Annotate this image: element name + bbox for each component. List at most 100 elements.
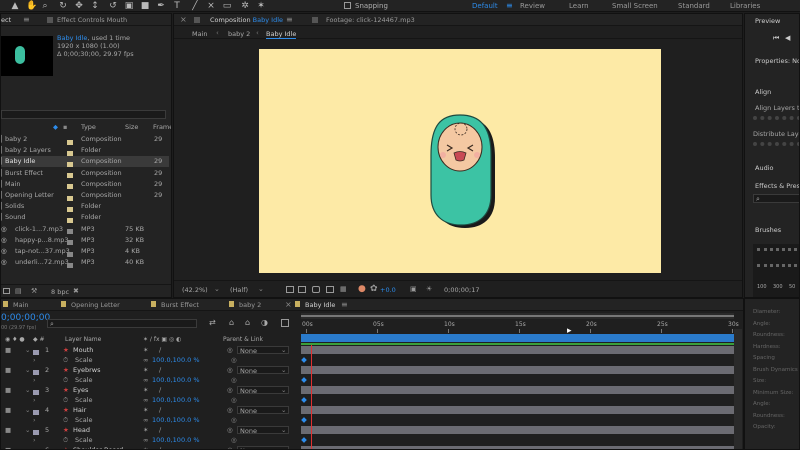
- expression-pickwhip-icon[interactable]: ◎: [231, 415, 237, 425]
- clone-stamp-tool-icon[interactable]: ⨯: [206, 1, 216, 11]
- layer-duration-bar[interactable]: [301, 346, 734, 354]
- expand-chevron-icon[interactable]: ›: [33, 415, 36, 425]
- brush-row[interactable]: [757, 264, 797, 268]
- project-tab[interactable]: ect: [1, 16, 11, 24]
- project-item[interactable]: ▏ Main Composition 29: [1, 179, 169, 190]
- close-tab-icon[interactable]: ×: [180, 15, 187, 24]
- timeline-tab-baby-idle[interactable]: Baby Idle: [305, 301, 335, 309]
- scale-property-row[interactable]: › ⏱ Scale ∞ 100.0,100.0 % ◎: [1, 435, 299, 445]
- link-icon[interactable]: ∞: [143, 435, 148, 445]
- label-column-icon[interactable]: ▪: [63, 123, 67, 131]
- scale-value[interactable]: 100.0,100.0 %: [152, 435, 200, 445]
- collapse-switch-icon[interactable]: ✶: [143, 365, 148, 375]
- expand-chevron-icon[interactable]: ›: [33, 375, 36, 385]
- frame-blending-icon[interactable]: ⌂: [245, 318, 250, 327]
- keyframe-marker[interactable]: [301, 417, 307, 423]
- new-folder-icon[interactable]: ▤: [15, 287, 22, 295]
- parent-chevron-icon[interactable]: ⌄: [281, 405, 286, 415]
- exposure-value[interactable]: +0.0: [380, 286, 396, 294]
- parent-chevron-icon[interactable]: ⌄: [281, 365, 286, 375]
- time-ruler[interactable]: 00s 05s 10s 15s 20s 25s 30s: [301, 321, 739, 333]
- layer-row[interactable]: ■ ⌄ 3 ★ Eyes ✶ ∕ ◎ None ⌄: [1, 385, 299, 395]
- camera-tool-icon[interactable]: ▣: [124, 1, 134, 11]
- project-item[interactable]: ▏ Baby Idle Composition 29: [1, 156, 169, 168]
- keyframe-marker[interactable]: [301, 397, 307, 403]
- brush-size-50[interactable]: 50: [789, 284, 795, 290]
- layer-duration-bar[interactable]: [301, 406, 734, 414]
- timeline-tab-menu-icon[interactable]: ≡: [341, 300, 348, 309]
- comp-duration-bar[interactable]: [301, 334, 734, 342]
- visibility-toggle[interactable]: ■: [5, 425, 11, 435]
- layer-row[interactable]: ■⌄6★Shoulder Board✶∕◎None⌄: [1, 445, 299, 449]
- hand-tool-icon[interactable]: ✋: [26, 1, 37, 11]
- first-frame-icon[interactable]: ⏮: [773, 34, 779, 43]
- distribute-buttons[interactable]: [753, 142, 799, 150]
- motion-blur-icon[interactable]: ◑: [261, 318, 268, 327]
- workspace-libraries[interactable]: Libraries: [730, 2, 760, 10]
- parent-pickwhip-icon[interactable]: ◎: [227, 345, 233, 355]
- scale-property-row[interactable]: › ⏱ Scale ∞ 100.0,100.0 % ◎: [1, 375, 299, 385]
- zoom-dropdown[interactable]: (42.2%): [182, 286, 208, 294]
- rotate-tool-icon[interactable]: ↺: [108, 1, 118, 11]
- parent-link-header[interactable]: Parent & Link: [223, 335, 263, 345]
- prev-frame-icon[interactable]: ◀: [785, 34, 790, 42]
- visibility-toggle[interactable]: ■: [5, 445, 11, 449]
- comp-lock-icon[interactable]: [194, 17, 200, 23]
- effect-controls-tab[interactable]: Effect Controls Mouth: [57, 16, 127, 24]
- scale-value[interactable]: 100.0,100.0 %: [152, 375, 200, 385]
- layer-row[interactable]: ■ ⌄ 2 ★ Eyebrws ✶ ∕ ◎ None ⌄: [1, 365, 299, 375]
- parent-pickwhip-icon[interactable]: ◎: [227, 405, 233, 415]
- composition-canvas[interactable]: [259, 49, 661, 273]
- layer-name[interactable]: Shoulder Board: [73, 445, 123, 449]
- type-column-header[interactable]: Type: [81, 123, 96, 131]
- expand-chevron-icon[interactable]: ⌄: [25, 385, 30, 395]
- visibility-toggle[interactable]: ■: [5, 385, 11, 395]
- workspace-learn[interactable]: Learn: [569, 2, 589, 10]
- comp-tab-menu-icon[interactable]: ≡: [286, 15, 293, 24]
- work-area-range[interactable]: [301, 315, 734, 317]
- stopwatch-icon[interactable]: ⏱: [63, 435, 68, 445]
- project-search-input[interactable]: [1, 110, 166, 119]
- expand-chevron-icon[interactable]: ⌄: [25, 345, 30, 355]
- bpc-label[interactable]: 8 bpc: [51, 288, 69, 296]
- visibility-toggle[interactable]: ■: [5, 365, 11, 375]
- visibility-toggle[interactable]: ■: [5, 345, 11, 355]
- keyframe-marker[interactable]: [301, 437, 307, 443]
- puppet-tool-icon[interactable]: ✶: [256, 1, 266, 11]
- layer-duration-bar[interactable]: [301, 386, 734, 394]
- show-channel-icon[interactable]: ☀: [426, 285, 432, 293]
- timeline-tab-main[interactable]: Main: [13, 301, 29, 309]
- workspace-menu-icon[interactable]: ≡: [506, 1, 513, 10]
- timeline-tab-opening-letter[interactable]: Opening Letter: [71, 301, 120, 309]
- project-item[interactable]: ◎ click-1...7.mp3 MP3 75 KB: [1, 224, 169, 235]
- expand-chevron-icon[interactable]: ⌄: [25, 445, 30, 449]
- brush-grid[interactable]: 100 300 50: [753, 244, 799, 297]
- fast-previews-icon[interactable]: [286, 286, 294, 293]
- project-item[interactable]: ▏ baby 2 Composition 29: [1, 134, 169, 145]
- parent-pickwhip-icon[interactable]: ◎: [227, 385, 233, 395]
- breadcrumb-baby2[interactable]: baby 2: [228, 30, 250, 38]
- workspace-small-screen[interactable]: Small Screen: [612, 2, 658, 10]
- preview-tab[interactable]: Preview: [755, 17, 780, 25]
- parent-chevron-icon[interactable]: ⌄: [281, 445, 286, 449]
- link-icon[interactable]: ∞: [143, 355, 148, 365]
- color-channel-icon[interactable]: ●: [358, 284, 366, 294]
- project-item[interactable]: ▏ baby 2 Layers Folder: [1, 145, 169, 156]
- project-item[interactable]: ▏ Burst Effect Composition 29: [1, 168, 169, 179]
- expression-pickwhip-icon[interactable]: ◎: [231, 355, 237, 365]
- orbit-tool-icon[interactable]: ↻: [58, 1, 68, 11]
- collapse-switch-icon[interactable]: ✶: [143, 405, 148, 415]
- workspace-standard[interactable]: Standard: [678, 2, 710, 10]
- layer-name[interactable]: Head: [73, 425, 90, 435]
- layer-duration-bar[interactable]: [301, 366, 734, 374]
- expand-chevron-icon[interactable]: ›: [33, 435, 36, 445]
- expand-chevron-icon[interactable]: ›: [33, 395, 36, 405]
- expand-chevron-icon[interactable]: ›: [33, 355, 36, 365]
- size-column-header[interactable]: Size: [125, 123, 138, 131]
- project-item[interactable]: ◎ tap-not...37.mp3 MP3 4 KB: [1, 246, 169, 257]
- playhead-line[interactable]: [311, 345, 312, 449]
- layer-row[interactable]: ■ ⌄ 4 ★ Hair ✶ ∕ ◎ None ⌄: [1, 405, 299, 415]
- comp-flowchart-icon[interactable]: ⇄: [209, 318, 216, 327]
- collapse-switch-icon[interactable]: ✶: [143, 425, 148, 435]
- visibility-toggle[interactable]: ■: [5, 405, 11, 415]
